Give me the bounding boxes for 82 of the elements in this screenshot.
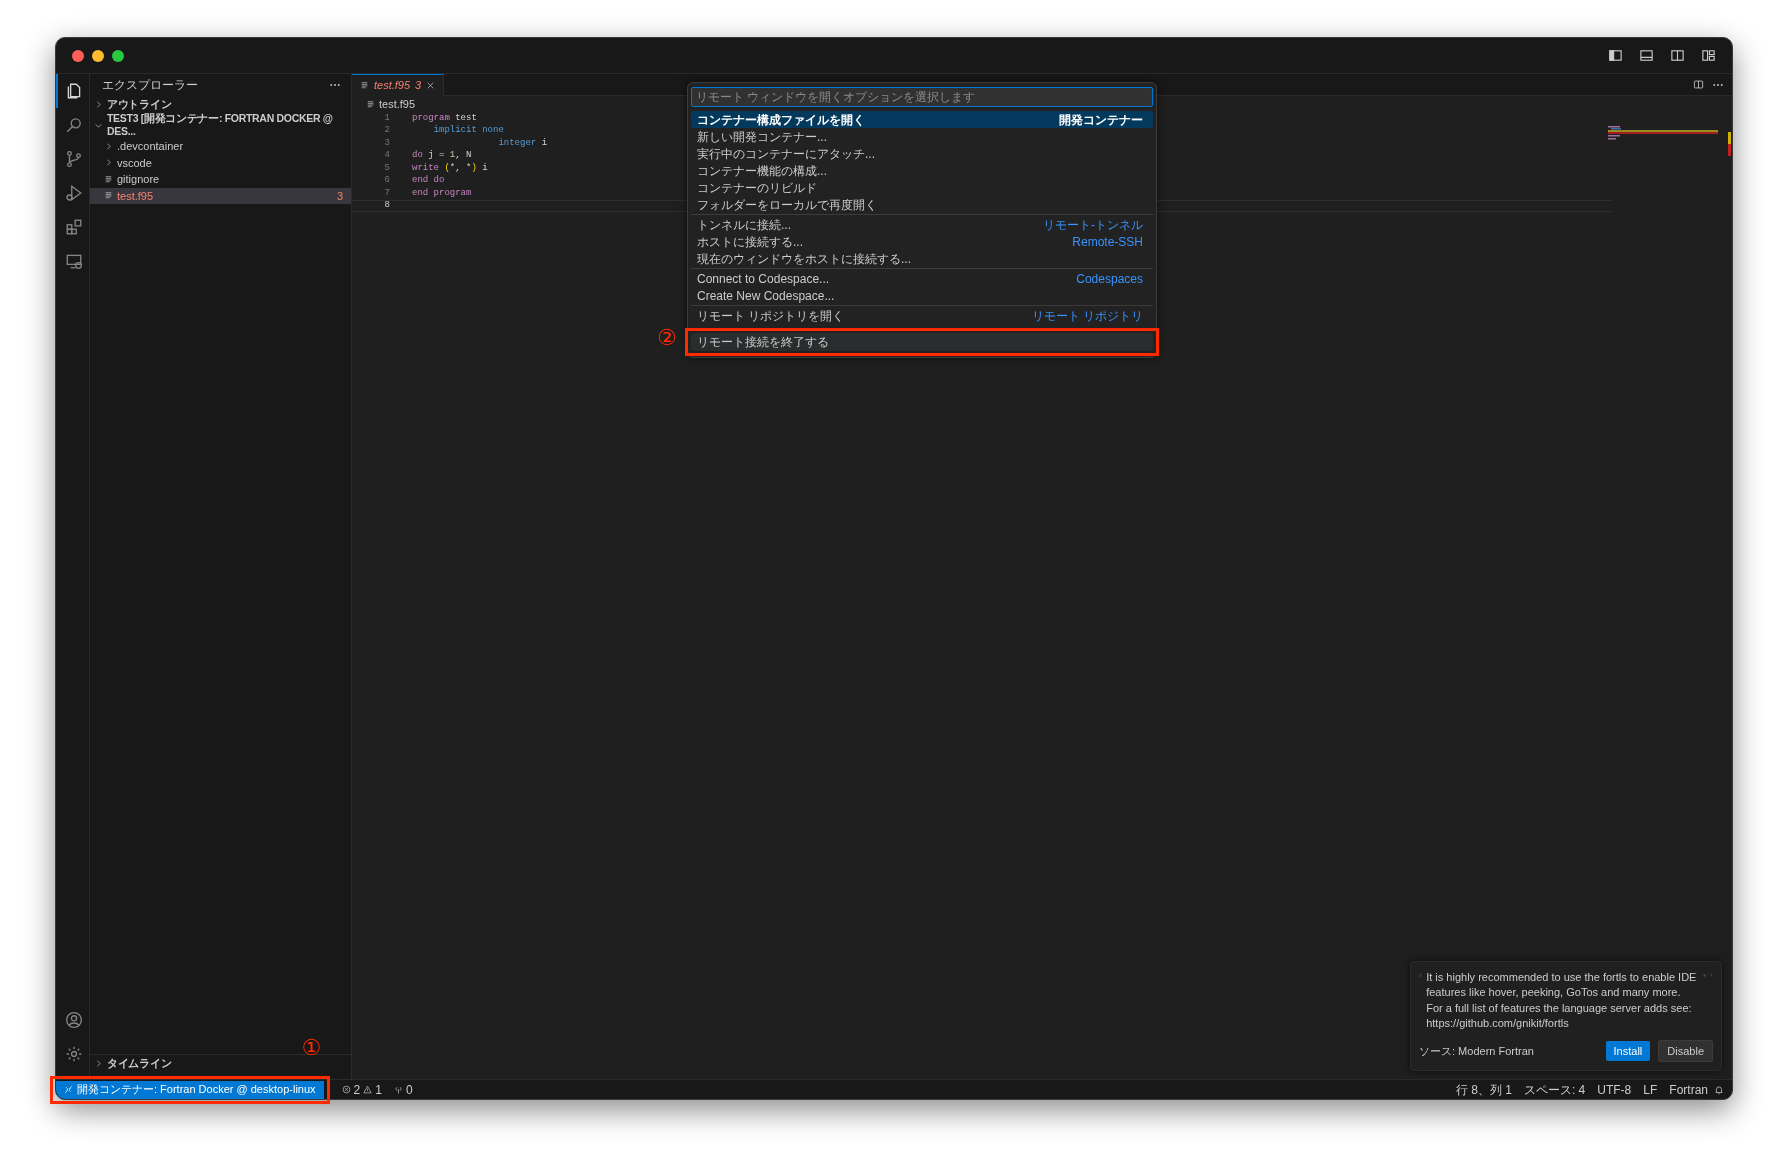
code-line: do j = 1, N <box>412 149 472 162</box>
code-line: write (*, *) i <box>412 161 488 175</box>
command-item[interactable]: コンテナー機能の構成... <box>691 162 1153 179</box>
line-number: 2 <box>383 124 390 137</box>
command-item[interactable]: 現在のウィンドウをホストに接続する... <box>691 250 1153 267</box>
layout-icon[interactable] <box>1701 48 1716 63</box>
code-line: program test <box>412 111 477 125</box>
chevron-right-icon <box>94 99 103 109</box>
notification-source: ソース: Modern Fortran <box>1419 1043 1534 1059</box>
remote-explorer-icon[interactable] <box>65 252 83 270</box>
breadcrumb[interactable]: test.f95 <box>379 95 416 113</box>
command-item[interactable]: トンネルに接続... リモート-トンネル <box>691 216 1153 233</box>
sidebar-title: エクスプローラー <box>102 77 198 94</box>
command-item[interactable]: ホストに接続する... Remote-SSH <box>691 233 1153 250</box>
ports-status-item[interactable]: 0 <box>387 1080 419 1099</box>
run-debug-icon[interactable] <box>65 184 83 202</box>
section-header[interactable]: アウトライン <box>107 97 172 111</box>
sidebar-toggle-icon[interactable] <box>1608 48 1623 63</box>
extensions-icon[interactable] <box>65 218 83 236</box>
file-lines-icon <box>104 174 113 184</box>
file-tree-item[interactable]: .devcontainer <box>117 138 184 155</box>
split-editor-icon[interactable] <box>1693 79 1704 90</box>
antenna-icon <box>393 1085 403 1094</box>
status-item[interactable]: UTF-8 <box>1591 1080 1638 1099</box>
files-icon[interactable] <box>65 82 83 100</box>
window-control-icon[interactable] <box>92 49 104 62</box>
file-lines-icon <box>104 191 113 201</box>
command-item[interactable]: フォルダーをローカルで再度開く <box>691 196 1153 213</box>
file-lines-icon <box>366 99 375 109</box>
command-item[interactable]: Connect to Codespace... Codespaces <box>691 270 1153 287</box>
command-item[interactable]: コンテナーのリビルド <box>691 179 1153 196</box>
annotation-number: ② <box>657 327 677 349</box>
command-item[interactable]: Create New Codespace... <box>691 287 1153 304</box>
panel-toggle-icon[interactable] <box>1639 48 1654 63</box>
window-control-icon[interactable] <box>72 49 84 62</box>
code-line: end program <box>412 186 472 200</box>
annotation-number: ① <box>301 1036 322 1059</box>
status-item[interactable]: LF <box>1637 1080 1664 1099</box>
code-line: integer i <box>497 136 548 150</box>
file-lines-icon <box>360 81 369 90</box>
remote-icon <box>64 1085 73 1094</box>
line-number: 4 <box>383 149 390 162</box>
command-item[interactable]: 実行中のコンテナーにアタッチ... <box>691 145 1153 162</box>
status-item[interactable]: Fortran <box>1663 1080 1714 1099</box>
account-icon[interactable] <box>65 1011 83 1029</box>
line-number: 5 <box>383 161 390 175</box>
line-number: 3 <box>383 136 390 150</box>
disable-button[interactable]: Disable <box>1658 1039 1713 1062</box>
command-input[interactable]: リモート ウィンドウを開くオプションを選択します <box>691 87 1153 107</box>
code-line: end do <box>412 174 445 187</box>
line-number: 8 <box>383 199 390 212</box>
error-icon <box>341 1085 351 1094</box>
line-number: 7 <box>383 186 390 200</box>
remote-status-item[interactable]: 開発コンテナー: Fortran Docker @ desktop-linux <box>56 1080 324 1099</box>
branch-icon[interactable] <box>65 150 83 168</box>
problem-count: 3 <box>336 188 343 204</box>
command-item[interactable]: コンテナー構成ファイルを開く 開発コンテナー <box>691 111 1153 128</box>
editor-tab[interactable]: test.f95 3 <box>352 74 445 96</box>
file-tree-item[interactable]: test.f95 <box>117 187 154 204</box>
section-header[interactable]: TEST3 [開発コンテナー: FORTRAN DOCKER @ DES... <box>107 112 351 138</box>
command-item[interactable]: リモート リポジトリを開く リモート リポジトリ <box>691 307 1153 324</box>
scrollbar-marker-drawing <box>1728 132 1731 156</box>
chevron-right-icon <box>94 1058 103 1068</box>
secondary-sidebar-icon[interactable] <box>1670 48 1685 63</box>
code-line: implicit none <box>432 124 504 137</box>
file-tree-item[interactable]: gitignore <box>117 171 160 188</box>
command-item[interactable]: 新しい開発コンテナー... <box>691 128 1153 145</box>
window-control-icon[interactable] <box>112 49 124 62</box>
line-number: 1 <box>383 111 390 125</box>
line-number: 6 <box>383 174 390 187</box>
problems-status-item[interactable]: 2 1 <box>335 1080 388 1099</box>
minimap-drawing[interactable] <box>1608 126 1718 140</box>
notification-message: It is highly recommended to use the fortls to enable IDE features like hover, peeking, GoTos and many more. For a full list of features the language server adds see: https://github.com/gnikit/fortls <box>1426 969 1698 1031</box>
search-icon[interactable] <box>65 116 83 134</box>
install-button[interactable]: Install <box>1605 1040 1651 1061</box>
status-item[interactable]: 行 8、列 1 <box>1449 1080 1518 1099</box>
section-header[interactable]: タイムライン <box>107 1056 172 1070</box>
command-item[interactable]: リモート接続を終了する <box>691 333 1153 351</box>
warning-icon <box>363 1085 373 1094</box>
status-item[interactable]: スペース: 4 <box>1517 1080 1592 1099</box>
file-tree-item[interactable]: vscode <box>117 154 152 171</box>
bell-icon[interactable] <box>1714 1084 1724 1095</box>
